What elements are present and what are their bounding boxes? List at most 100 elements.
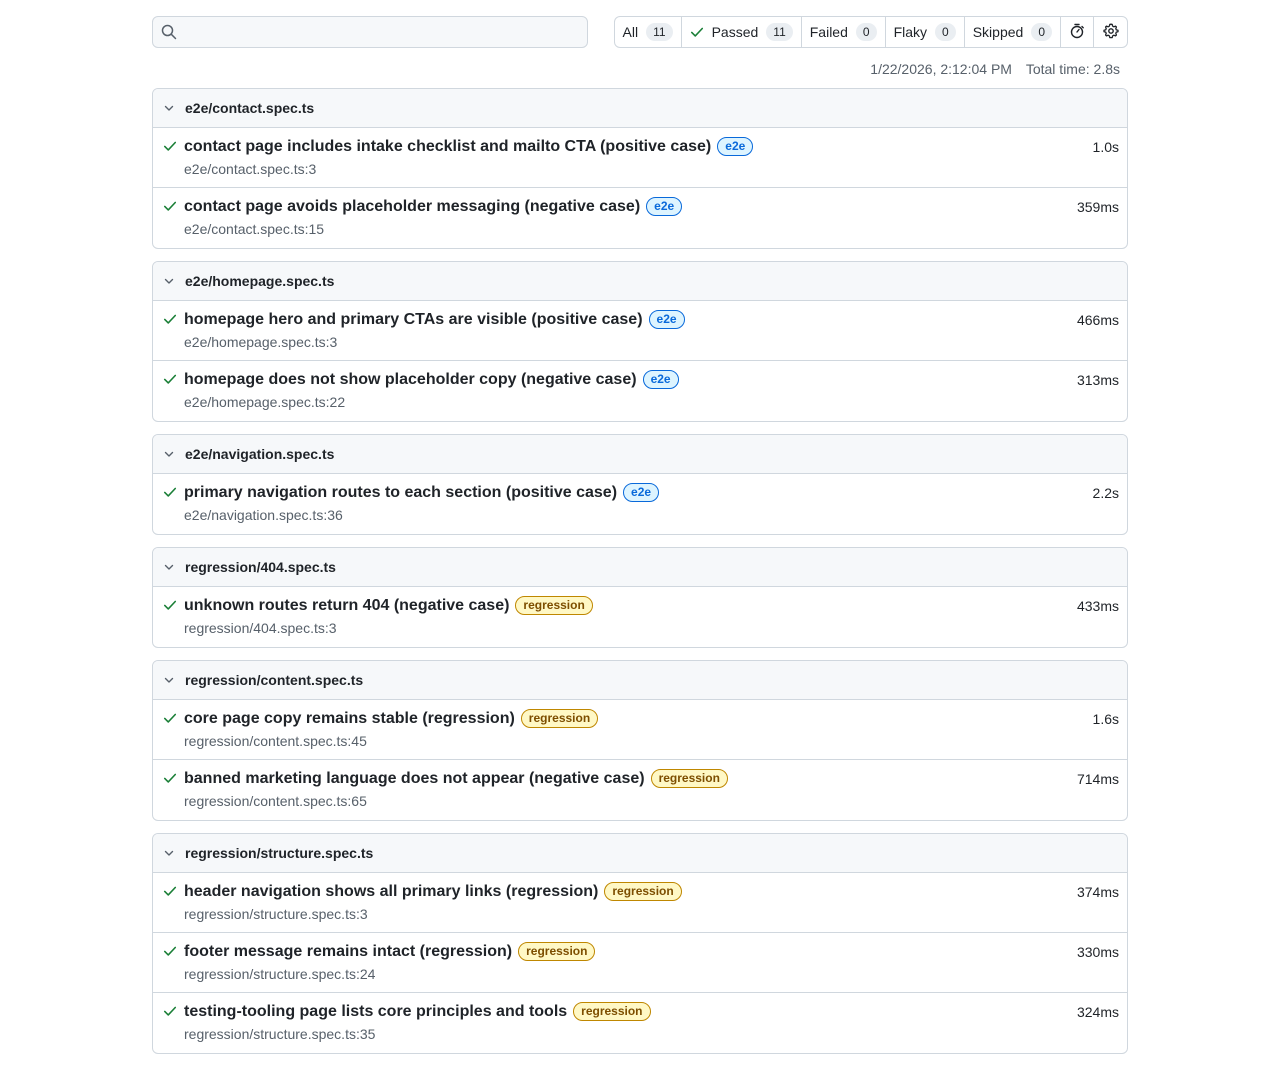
chevron-down-icon (163, 674, 175, 686)
test-tag[interactable]: regression (650, 769, 728, 788)
check-icon (163, 312, 177, 326)
test-row[interactable]: header navigation shows all primary link… (153, 873, 1127, 933)
file-title: regression/content.spec.ts (185, 672, 364, 688)
test-duration: 313ms (1076, 372, 1119, 388)
test-tag[interactable]: regression (518, 942, 596, 961)
report-page: All 11 Passed 11 Failed 0 Flaky 0 Skippe… (152, 16, 1128, 1066)
test-location: e2e/homepage.spec.ts:3 (184, 334, 338, 350)
test-row[interactable]: footer message remains intact (regressio… (153, 933, 1127, 993)
file-header[interactable]: e2e/contact.spec.ts (153, 89, 1127, 128)
test-title: contact page includes intake checklist a… (184, 137, 712, 155)
check-icon (163, 944, 177, 958)
test-location: regression/structure.spec.ts:24 (184, 966, 376, 982)
test-duration: 324ms (1076, 1004, 1119, 1020)
chevron-down-icon (163, 561, 175, 573)
test-title: homepage does not show placeholder copy … (184, 370, 637, 388)
run-timestamp: 1/22/2026, 2:12:04 PM (870, 61, 1012, 77)
toolbar: All 11 Passed 11 Failed 0 Flaky 0 Skippe… (152, 16, 1128, 48)
test-row[interactable]: primary navigation routes to each sectio… (153, 474, 1127, 534)
file-list: e2e/contact.spec.ts contact page includes… (152, 88, 1128, 1054)
test-duration: 359ms (1076, 199, 1119, 215)
settings-button[interactable] (1094, 17, 1127, 47)
test-row[interactable]: banned marketing language does not appea… (153, 760, 1127, 820)
test-row[interactable]: contact page includes intake checklist a… (153, 128, 1127, 188)
file-group: e2e/contact.spec.ts contact page includes… (152, 88, 1128, 249)
filter-flaky-count: 0 (935, 23, 956, 41)
test-row[interactable]: contact page avoids placeholder messagin… (153, 188, 1127, 248)
file-title: e2e/contact.spec.ts (185, 100, 315, 116)
test-title: primary navigation routes to each sectio… (184, 483, 618, 501)
check-icon (163, 199, 177, 213)
test-location: regression/structure.spec.ts:3 (184, 906, 368, 922)
file-header[interactable]: regression/content.spec.ts (153, 661, 1127, 700)
speedboard-button[interactable] (1061, 17, 1094, 47)
stopwatch-icon (1069, 23, 1085, 42)
file-group: e2e/navigation.spec.ts primary navigation… (152, 434, 1128, 535)
filter-skipped[interactable]: Skipped 0 (965, 17, 1061, 47)
test-tag[interactable]: regression (515, 596, 593, 615)
test-location: regression/content.spec.ts:65 (184, 793, 367, 809)
file-group: e2e/homepage.spec.ts homepage hero and pr… (152, 261, 1128, 422)
test-title: unknown routes return 404 (negative case… (184, 596, 510, 614)
chevron-down-icon (163, 847, 175, 859)
test-location: e2e/contact.spec.ts:15 (184, 221, 325, 237)
test-row[interactable]: homepage hero and primary CTAs are visib… (153, 301, 1127, 361)
filter-passed[interactable]: Passed 11 (682, 17, 802, 47)
test-tag[interactable]: e2e (646, 197, 683, 216)
test-duration: 714ms (1076, 771, 1119, 787)
test-row[interactable]: core page copy remains stable (regressio… (153, 700, 1127, 760)
test-tag[interactable]: e2e (623, 483, 660, 502)
file-header[interactable]: e2e/homepage.spec.ts (153, 262, 1127, 301)
file-header[interactable]: regression/structure.spec.ts (153, 834, 1127, 873)
total-time: Total time: 2.8s (1025, 61, 1120, 77)
test-row[interactable]: homepage does not show placeholder copy … (153, 361, 1127, 421)
check-icon (690, 25, 704, 39)
test-duration: 1.6s (1092, 711, 1119, 727)
test-title: header navigation shows all primary link… (184, 882, 599, 900)
filter-flaky-label: Flaky (893, 24, 928, 40)
test-title: footer message remains intact (regressio… (184, 942, 513, 960)
run-meta: 1/22/2026, 2:12:04 PM Total time: 2.8s (152, 61, 1128, 81)
search-box[interactable] (152, 16, 588, 48)
file-header[interactable]: e2e/navigation.spec.ts (153, 435, 1127, 474)
test-title: testing-tooling page lists core principl… (184, 1002, 568, 1020)
test-tag[interactable]: e2e (648, 310, 685, 329)
test-location: regression/structure.spec.ts:35 (184, 1026, 376, 1042)
check-icon (163, 372, 177, 386)
test-duration: 433ms (1076, 598, 1119, 614)
test-tag[interactable]: regression (604, 882, 682, 901)
file-title: e2e/homepage.spec.ts (185, 273, 335, 289)
test-title: banned marketing language does not appea… (184, 769, 645, 787)
check-icon (163, 771, 177, 785)
search-input[interactable] (183, 18, 587, 46)
test-location: e2e/navigation.spec.ts:36 (184, 507, 343, 523)
check-icon (163, 485, 177, 499)
chevron-down-icon (163, 448, 175, 460)
filter-skipped-count: 0 (1031, 23, 1052, 41)
check-icon (163, 1004, 177, 1018)
file-group: regression/structure.spec.ts header navig… (152, 833, 1128, 1054)
filter-all[interactable]: All 11 (615, 17, 682, 47)
filter-flaky[interactable]: Flaky 0 (886, 17, 965, 47)
filter-failed[interactable]: Failed 0 (802, 17, 886, 47)
test-row[interactable]: testing-tooling page lists core principl… (153, 993, 1127, 1053)
filter-all-count: 11 (646, 23, 673, 41)
file-header[interactable]: regression/404.spec.ts (153, 548, 1127, 587)
test-duration: 2.2s (1092, 485, 1119, 501)
test-tag[interactable]: e2e (717, 137, 754, 156)
file-group: regression/content.spec.ts core page copy… (152, 660, 1128, 821)
test-duration: 1.0s (1092, 139, 1119, 155)
chevron-down-icon (163, 275, 175, 287)
test-tag[interactable]: regression (520, 709, 599, 728)
status-filters: All 11 Passed 11 Failed 0 Flaky 0 Skippe… (613, 16, 1128, 48)
filter-all-label: All (622, 24, 639, 40)
check-icon (163, 139, 177, 153)
test-tag[interactable]: e2e (642, 370, 679, 389)
test-location: e2e/homepage.spec.ts:22 (184, 394, 346, 410)
test-title: homepage hero and primary CTAs are visib… (184, 310, 643, 328)
gear-icon (1102, 23, 1119, 42)
test-tag[interactable]: regression (573, 1002, 651, 1021)
test-row[interactable]: unknown routes return 404 (negative case… (153, 587, 1127, 647)
file-title: regression/structure.spec.ts (185, 845, 374, 861)
chevron-down-icon (163, 102, 175, 114)
